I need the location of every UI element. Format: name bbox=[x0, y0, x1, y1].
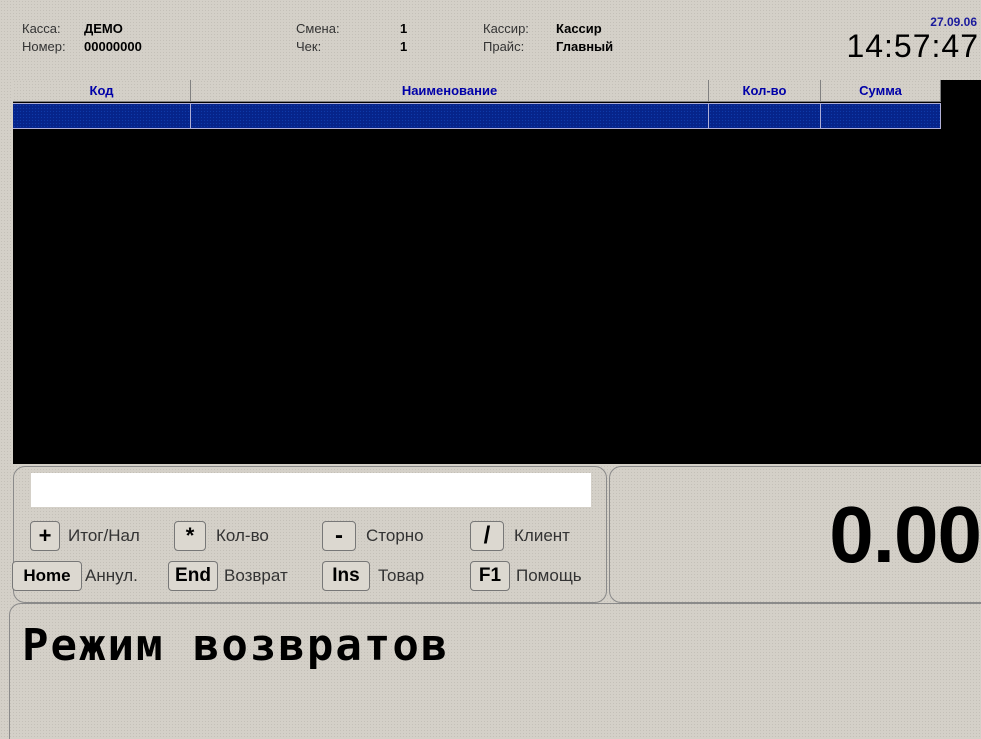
column-header-qty[interactable]: Кол-во bbox=[709, 80, 821, 102]
key-minus-label: Сторно bbox=[366, 526, 424, 545]
table-row-selected[interactable] bbox=[13, 103, 941, 129]
clock-display: 14:57:47 bbox=[846, 28, 979, 64]
column-header-name[interactable]: Наименование bbox=[191, 80, 709, 102]
chek-value: 1 bbox=[400, 39, 408, 54]
key-plus[interactable]: + bbox=[30, 521, 60, 551]
key-asterisk[interactable]: * bbox=[174, 521, 206, 551]
key-end-label: Возврат bbox=[224, 566, 288, 585]
kassa-label: Касса: bbox=[22, 21, 61, 36]
key-ins[interactable]: Ins bbox=[322, 561, 370, 591]
key-slash-label: Клиент bbox=[514, 526, 570, 545]
receipt-table[interactable]: Код Наименование Кол-во Сумма bbox=[13, 80, 981, 464]
key-f1-label: Помощь bbox=[516, 566, 582, 585]
input-panel: + Итог/Нал * Кол-во - Сторно / Клиент Ho… bbox=[12, 466, 607, 603]
key-end[interactable]: End bbox=[168, 561, 218, 591]
key-minus[interactable]: - bbox=[322, 521, 356, 551]
prais-value: Главный bbox=[556, 39, 614, 54]
kassir-label: Кассир: bbox=[483, 21, 529, 36]
key-f1[interactable]: F1 bbox=[470, 561, 510, 591]
nomer-label: Номер: bbox=[22, 39, 66, 54]
nomer-value: 00000000 bbox=[84, 39, 142, 54]
key-ins-label: Товар bbox=[378, 566, 425, 585]
barcode-input[interactable] bbox=[31, 473, 591, 507]
total-amount: 0.00 bbox=[829, 490, 981, 579]
table-header: Код Наименование Кол-во Сумма bbox=[13, 80, 941, 102]
cell-code bbox=[13, 103, 191, 129]
smena-label: Смена: bbox=[296, 21, 340, 36]
header-info: Касса: ДЕМО Номер: 00000000 Смена: 1 Чек… bbox=[0, 0, 981, 76]
chek-label: Чек: bbox=[296, 39, 322, 54]
cell-sum bbox=[821, 103, 941, 129]
cell-qty bbox=[709, 103, 821, 129]
key-asterisk-label: Кол-во bbox=[216, 526, 269, 545]
column-header-code[interactable]: Код bbox=[13, 80, 191, 102]
kassa-value: ДЕМО bbox=[84, 21, 123, 36]
column-header-sum[interactable]: Сумма bbox=[821, 80, 941, 102]
cell-name bbox=[191, 103, 709, 129]
status-message: Режим возвратов bbox=[22, 620, 450, 671]
key-home-label: Аннул. bbox=[85, 566, 138, 585]
prais-label: Прайс: bbox=[483, 39, 525, 54]
key-home[interactable]: Home bbox=[12, 561, 82, 591]
key-slash[interactable]: / bbox=[470, 521, 504, 551]
kassir-value: Кассир bbox=[556, 21, 602, 36]
date-display: 27.09.06 bbox=[930, 15, 977, 29]
message-panel: Режим возвратов bbox=[9, 603, 981, 739]
key-plus-label: Итог/Нал bbox=[68, 526, 140, 545]
total-panel: 0.00 bbox=[609, 466, 981, 603]
smena-value: 1 bbox=[400, 21, 408, 36]
